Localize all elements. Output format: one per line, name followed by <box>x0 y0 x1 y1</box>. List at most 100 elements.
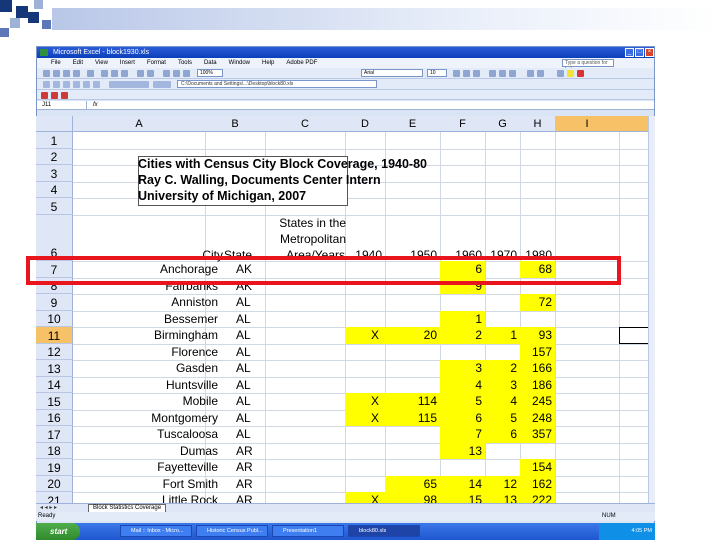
year-value-e[interactable]: 114 <box>385 394 437 408</box>
menu-edit[interactable]: Edit <box>73 58 83 68</box>
font-size-select[interactable]: 10 <box>427 69 447 77</box>
sort-icon[interactable] <box>173 70 180 77</box>
align-center-icon[interactable] <box>499 70 506 77</box>
city-name[interactable]: Dumas <box>73 444 218 458</box>
row-header-3[interactable]: 3 <box>36 165 73 182</box>
year-value-h[interactable]: 166 <box>520 361 552 375</box>
select-all-corner[interactable] <box>36 116 73 132</box>
state-code[interactable]: AL <box>236 411 264 425</box>
row-header-15[interactable]: 15 <box>36 393 73 410</box>
row-header-2[interactable]: 2 <box>36 149 73 165</box>
row-header-19[interactable]: 19 <box>36 459 73 476</box>
start-button[interactable]: start <box>36 523 80 540</box>
year-value-h[interactable]: 157 <box>520 345 552 359</box>
taskbar-item-census[interactable]: Historic Census Publ... <box>196 525 268 537</box>
row-header-1[interactable]: 1 <box>36 132 73 149</box>
year-value-g[interactable]: 5 <box>485 411 517 425</box>
function-icon[interactable]: fx <box>93 101 98 110</box>
state-code[interactable]: AL <box>236 312 264 326</box>
city-name[interactable]: Fort Smith <box>73 477 218 491</box>
go-menu[interactable] <box>153 81 171 88</box>
open-icon[interactable] <box>53 70 60 77</box>
back-icon[interactable] <box>43 81 50 88</box>
year-value-e[interactable]: 115 <box>385 411 437 425</box>
year-value-h[interactable]: 357 <box>520 427 552 441</box>
state-code[interactable]: AL <box>236 345 264 359</box>
year-value-d[interactable]: X <box>345 411 379 425</box>
column-header-f[interactable]: F <box>440 116 485 132</box>
home-icon[interactable] <box>83 81 90 88</box>
year-value-f[interactable]: 1 <box>440 312 482 326</box>
row-header-13[interactable]: 13 <box>36 360 73 377</box>
state-code[interactable]: AR <box>236 444 264 458</box>
year-value-h[interactable]: 93 <box>520 328 552 342</box>
column-header-g[interactable]: G <box>485 116 520 132</box>
forward-icon[interactable] <box>53 81 60 88</box>
year-value-d[interactable]: X <box>345 328 379 342</box>
year-value-g[interactable]: 4 <box>485 394 517 408</box>
column-header-c[interactable]: C <box>265 116 345 132</box>
row-header-10[interactable]: 10 <box>36 310 73 327</box>
year-value-h[interactable]: 186 <box>520 378 552 392</box>
italic-icon[interactable] <box>463 70 470 77</box>
favorites-menu[interactable] <box>109 81 149 88</box>
search-web-icon[interactable] <box>93 81 100 88</box>
menu-window[interactable]: Window <box>229 58 250 68</box>
year-value-d[interactable]: X <box>345 394 379 408</box>
menu-tools[interactable]: Tools <box>178 58 192 68</box>
year-value-h[interactable]: 248 <box>520 411 552 425</box>
font-color-icon[interactable] <box>577 70 584 77</box>
pdf-icon[interactable] <box>41 92 48 99</box>
taskbar-item-mail[interactable]: Mail :: Inbox - Micro... <box>120 525 192 537</box>
year-value-h[interactable]: 162 <box>520 477 552 491</box>
row-header-18[interactable]: 18 <box>36 442 73 459</box>
chart-icon[interactable] <box>183 70 190 77</box>
taskbar-item-presentation[interactable]: Presentation1 <box>272 525 344 537</box>
state-code[interactable]: AL <box>236 378 264 392</box>
row-header-20[interactable]: 20 <box>36 475 73 492</box>
column-header-a[interactable]: A <box>73 116 205 132</box>
state-code[interactable]: AL <box>236 295 264 309</box>
taskbar-item-excel[interactable]: block80.xls <box>348 525 420 537</box>
row-header-9[interactable]: 9 <box>36 294 73 311</box>
year-value-g[interactable]: 6 <box>485 427 517 441</box>
copy-icon[interactable] <box>111 70 118 77</box>
city-name[interactable]: Florence <box>73 345 218 359</box>
state-code[interactable]: AL <box>236 427 264 441</box>
state-code[interactable]: AL <box>236 394 264 408</box>
year-value-e[interactable]: 20 <box>385 328 437 342</box>
pdf-review-icon[interactable] <box>61 92 68 99</box>
year-value-f[interactable]: 2 <box>440 328 482 342</box>
close-button[interactable]: × <box>645 48 654 57</box>
sum-icon[interactable] <box>163 70 170 77</box>
menu-data[interactable]: Data <box>204 58 217 68</box>
pdf-email-icon[interactable] <box>51 92 58 99</box>
year-value-h[interactable]: 245 <box>520 394 552 408</box>
redo-icon[interactable] <box>147 70 154 77</box>
borders-icon[interactable] <box>557 70 564 77</box>
row-header-4[interactable]: 4 <box>36 182 73 198</box>
menu-view[interactable]: View <box>95 58 108 68</box>
state-code[interactable]: AL <box>236 361 264 375</box>
state-code[interactable]: AL <box>236 328 264 342</box>
address-field[interactable]: C:\Documents and Settings\...\Desktop\bl… <box>177 80 377 88</box>
city-name[interactable]: Gasden <box>73 361 218 375</box>
menu-help[interactable]: Help <box>262 58 274 68</box>
menu-adobe-pdf[interactable]: Adobe PDF <box>286 58 317 68</box>
row-header-12[interactable]: 12 <box>36 343 73 360</box>
preview-icon[interactable] <box>87 70 94 77</box>
state-code[interactable]: AR <box>236 460 264 474</box>
refresh-icon[interactable] <box>73 81 80 88</box>
undo-icon[interactable] <box>137 70 144 77</box>
year-value-f[interactable]: 13 <box>440 444 482 458</box>
row-header-5[interactable]: 5 <box>36 198 73 215</box>
year-value-g[interactable]: 2 <box>485 361 517 375</box>
row-header-17[interactable]: 17 <box>36 426 73 443</box>
year-value-f[interactable]: 4 <box>440 378 482 392</box>
column-header-i[interactable]: I <box>555 116 619 132</box>
year-value-f[interactable]: 7 <box>440 427 482 441</box>
column-header-e[interactable]: E <box>385 116 440 132</box>
year-value-f[interactable]: 3 <box>440 361 482 375</box>
city-name[interactable]: Tuscaloosa <box>73 427 218 441</box>
city-name[interactable]: Bessemer <box>73 312 218 326</box>
